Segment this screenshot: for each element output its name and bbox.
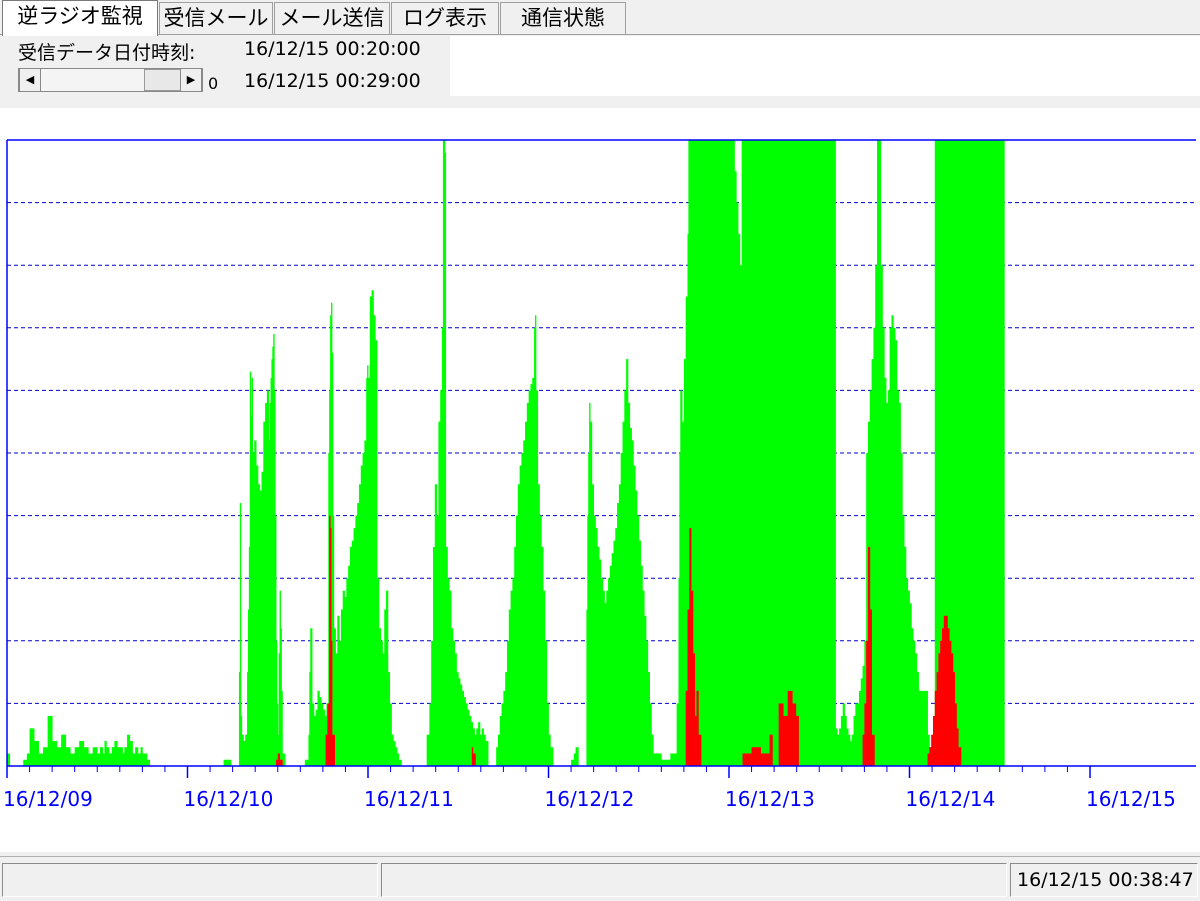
green-bar bbox=[70, 753, 76, 766]
scroll-left-arrow-icon[interactable]: ◀ bbox=[19, 69, 41, 91]
green-bar bbox=[146, 759, 150, 766]
green-bar bbox=[918, 690, 928, 766]
scroll-thumb[interactable] bbox=[144, 69, 182, 91]
green-bar bbox=[56, 747, 62, 766]
red-bar bbox=[742, 753, 752, 766]
x-tick-label: 16/12/12 bbox=[545, 787, 635, 811]
tab-reverse-radio-monitor[interactable]: 逆ラジオ監視 bbox=[2, 0, 158, 36]
receive-datetime-label: 受信データ日付時刻: bbox=[18, 42, 196, 64]
green-bar bbox=[142, 753, 148, 766]
red-bar bbox=[795, 715, 799, 766]
red-bar bbox=[792, 703, 797, 766]
red-bar bbox=[760, 753, 771, 766]
green-bar bbox=[228, 759, 232, 766]
x-tick-label: 16/12/10 bbox=[184, 787, 274, 811]
green-bar bbox=[117, 747, 121, 766]
red-bar bbox=[698, 734, 702, 766]
green-bar bbox=[119, 747, 123, 766]
tab-communication-status[interactable]: 通信状態 bbox=[500, 2, 626, 34]
green-bar bbox=[135, 747, 139, 766]
green-bar bbox=[223, 759, 229, 766]
tab-received-mail[interactable]: 受信メール bbox=[159, 2, 273, 34]
green-bar bbox=[79, 740, 85, 766]
green-bar bbox=[665, 759, 671, 766]
green-bar bbox=[111, 747, 115, 766]
second-datetime-value: 16/12/15 00:29:00 bbox=[244, 70, 421, 92]
green-bar bbox=[29, 728, 35, 766]
green-bar bbox=[38, 753, 44, 766]
green-bar bbox=[65, 747, 71, 766]
monitor-chart-area: 16/12/09 16/12/10 16/12/11 16/12/12 16/12/13… bbox=[0, 108, 1200, 852]
x-tick-label: 16/12/13 bbox=[725, 787, 815, 811]
red-bar bbox=[778, 703, 784, 766]
scroll-right-arrow-icon[interactable]: ▶ bbox=[180, 69, 202, 91]
green-bar bbox=[571, 759, 575, 766]
status-clock: 16/12/15 00:38:47 bbox=[1010, 863, 1198, 897]
status-panel-1 bbox=[2, 863, 378, 897]
green-bar bbox=[61, 734, 67, 766]
green-bar bbox=[43, 747, 49, 766]
green-bar bbox=[132, 753, 136, 766]
green-bar bbox=[282, 753, 286, 766]
x-tick-label: 16/12/14 bbox=[906, 787, 996, 811]
green-bar bbox=[137, 753, 141, 766]
red-bar bbox=[958, 747, 962, 766]
green-bar bbox=[92, 747, 98, 766]
tab-send-mail[interactable]: メール送信 bbox=[274, 2, 390, 34]
green-bar bbox=[304, 759, 309, 766]
status-bar: 16/12/15 00:38:47 bbox=[0, 856, 1200, 901]
green-bar bbox=[106, 747, 110, 766]
red-bar bbox=[751, 747, 761, 766]
red-bar bbox=[787, 690, 793, 766]
green-bar bbox=[485, 740, 489, 766]
tab-bar: 逆ラジオ監視 受信メール メール送信 ログ表示 通信状態 bbox=[0, 0, 1200, 36]
green-bar bbox=[26, 753, 30, 766]
red-bar bbox=[279, 759, 283, 766]
green-bar bbox=[114, 740, 118, 766]
x-tick-label: 16/12/15 bbox=[1086, 787, 1176, 811]
green-bar bbox=[47, 715, 53, 766]
green-bar bbox=[1001, 140, 1005, 766]
time-scrollbar[interactable]: ◀ ▶ bbox=[18, 68, 203, 92]
tab-baseline bbox=[0, 34, 1200, 35]
green-bar bbox=[653, 753, 662, 766]
green-bar bbox=[833, 140, 836, 766]
info-panel: 受信データ日付時刻: 16/12/15 00:20:00 ◀ ▶ 0 16/12… bbox=[8, 36, 450, 96]
info-blank-area bbox=[450, 36, 1200, 96]
green-bar bbox=[124, 747, 128, 766]
green-bar bbox=[127, 734, 131, 766]
green-bar bbox=[52, 740, 58, 766]
red-bar bbox=[783, 715, 789, 766]
status-panel-2 bbox=[381, 863, 1007, 897]
green-bar bbox=[398, 759, 402, 766]
red-bar bbox=[472, 753, 476, 766]
red-bar bbox=[871, 734, 875, 766]
green-bar bbox=[426, 734, 430, 766]
green-bar bbox=[670, 753, 678, 766]
monitor-chart: 16/12/09 16/12/10 16/12/11 16/12/12 16/12/13… bbox=[3, 139, 1196, 811]
green-bar bbox=[550, 747, 554, 766]
red-bar bbox=[769, 734, 773, 766]
green-bar bbox=[575, 747, 579, 766]
tab-log-view[interactable]: ログ表示 bbox=[391, 2, 499, 34]
green-bar bbox=[34, 740, 39, 766]
red-bar bbox=[331, 734, 336, 766]
green-bar bbox=[83, 747, 89, 766]
green-bar bbox=[88, 753, 94, 766]
scroll-value: 0 bbox=[208, 74, 219, 93]
green-bar bbox=[99, 747, 104, 766]
green-bar bbox=[129, 740, 133, 766]
green-bar bbox=[74, 747, 80, 766]
green-bar bbox=[23, 759, 28, 766]
x-tick-label: 16/12/11 bbox=[364, 787, 454, 811]
green-bar bbox=[661, 759, 667, 766]
green-bar bbox=[97, 753, 101, 766]
green-bar bbox=[108, 753, 113, 766]
x-tick-label: 16/12/09 bbox=[3, 787, 93, 811]
receive-datetime-value: 16/12/15 00:20:00 bbox=[244, 38, 421, 60]
